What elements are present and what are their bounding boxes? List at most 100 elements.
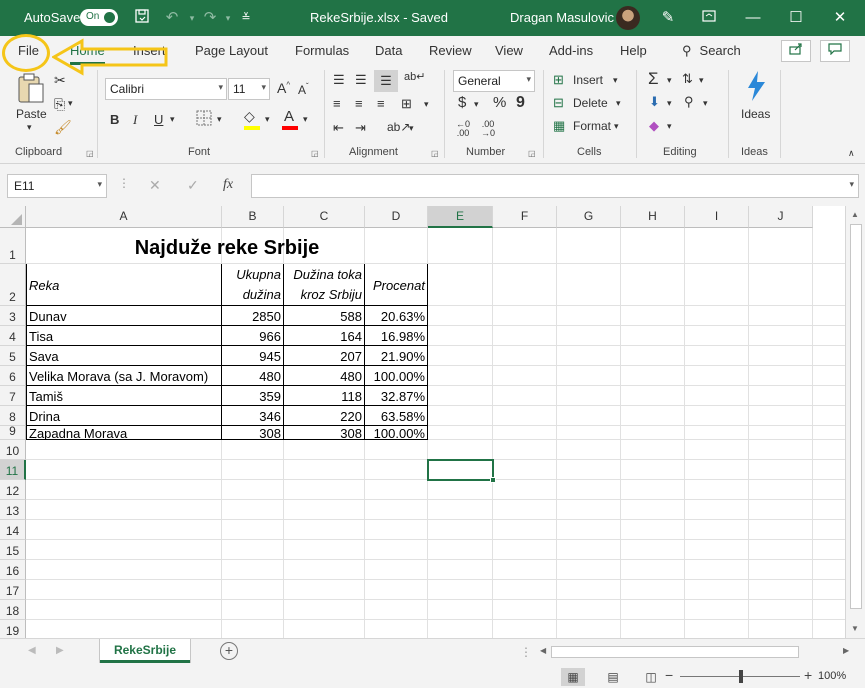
clipboard-launcher-icon[interactable]: ◲ xyxy=(86,149,94,158)
active-cell-selection[interactable] xyxy=(427,459,496,483)
insert-function-icon[interactable]: fx xyxy=(223,177,233,193)
format-dropdown-icon[interactable]: ▾ xyxy=(614,121,619,132)
column-header-c[interactable]: C xyxy=(284,206,365,228)
redo-icon[interactable]: ↷ xyxy=(200,8,220,28)
insert-cells-label[interactable]: Insert xyxy=(573,73,603,87)
row-header-4[interactable]: 4 xyxy=(0,326,26,346)
header-reka[interactable]: Reka xyxy=(26,264,222,306)
customize-qat-icon[interactable]: ≚ xyxy=(236,8,256,28)
scroll-right-icon[interactable]: ▶ xyxy=(843,646,849,655)
header-procenat[interactable]: Procenat xyxy=(365,264,428,306)
merge-center-icon[interactable]: ⊞ xyxy=(401,96,412,112)
ideas-icon[interactable] xyxy=(742,70,770,104)
cell-length[interactable]: 207 xyxy=(284,346,365,366)
cell-river-name[interactable]: Dunav xyxy=(26,306,222,326)
tab-view[interactable]: View xyxy=(495,43,523,58)
currency-icon[interactable]: $ xyxy=(458,94,466,111)
cell-length[interactable]: 118 xyxy=(284,386,365,406)
horizontal-scroll-thumb[interactable] xyxy=(551,646,799,658)
cell-length[interactable]: 588 xyxy=(284,306,365,326)
expand-formula-bar-icon[interactable]: ▾ xyxy=(849,179,854,190)
increase-indent-icon[interactable]: ⇥ xyxy=(355,120,366,136)
cell-percent[interactable]: 20.63% xyxy=(365,306,428,326)
add-sheet-button[interactable]: + xyxy=(220,642,238,660)
cell-river-name[interactable]: Drina xyxy=(26,406,222,426)
row-header-7[interactable]: 7 xyxy=(0,386,26,406)
fill-dropdown-icon[interactable]: ▾ xyxy=(667,98,672,109)
number-launcher-icon[interactable]: ◲ xyxy=(528,149,536,158)
paste-icon[interactable] xyxy=(14,72,48,108)
row-header-8[interactable]: 8 xyxy=(0,406,26,426)
cell-percent[interactable]: 16.98% xyxy=(365,326,428,346)
autosum-dropdown-icon[interactable]: ▾ xyxy=(667,75,672,86)
wrap-text-icon[interactable]: ab↵ xyxy=(404,70,425,83)
font-color-icon[interactable]: A xyxy=(284,108,294,125)
font-size-combo[interactable]: 11 ▾ xyxy=(228,78,270,100)
increase-decimal-icon[interactable]: ←0.00 xyxy=(456,120,470,138)
row-header-5[interactable]: 5 xyxy=(0,346,26,366)
find-dropdown-icon[interactable]: ▾ xyxy=(703,98,708,109)
header-ukupna-duzina[interactable]: Ukupna dužina xyxy=(222,264,284,306)
vertical-scrollbar[interactable]: ▲ ▼ xyxy=(845,206,865,638)
fill-color-dropdown-icon[interactable]: ▾ xyxy=(265,114,270,125)
delete-cells-label[interactable]: Delete xyxy=(573,96,608,110)
tab-scroll-left-icon[interactable]: ◀ xyxy=(28,645,36,656)
fill-color-icon[interactable]: ◇ xyxy=(244,108,255,125)
name-box[interactable]: E11 ▾ xyxy=(7,174,107,198)
page-layout-view-icon[interactable]: ▤ xyxy=(601,668,625,686)
scroll-up-icon[interactable]: ▲ xyxy=(851,210,859,219)
cell-length[interactable]: 480 xyxy=(222,366,284,386)
share-button[interactable] xyxy=(781,40,811,62)
column-header-j[interactable]: J xyxy=(749,206,813,228)
find-select-icon[interactable]: ⚲ xyxy=(684,94,694,110)
format-cells-label[interactable]: Format xyxy=(573,119,611,133)
ribbon-display-icon[interactable] xyxy=(697,6,721,30)
shrink-font-icon[interactable]: Aˇ xyxy=(298,82,309,97)
enter-icon[interactable]: ✓ xyxy=(187,177,199,194)
cell-length[interactable]: 966 xyxy=(222,326,284,346)
column-header-f[interactable]: F xyxy=(493,206,557,228)
align-top-icon[interactable]: ☰ xyxy=(333,72,345,88)
cell-length[interactable]: 220 xyxy=(284,406,365,426)
zoom-in-button[interactable]: + xyxy=(804,667,812,683)
clear-icon[interactable]: ◆ xyxy=(649,118,659,134)
undo-dropdown-icon[interactable]: ▾ xyxy=(182,8,202,28)
close-icon[interactable]: ✕ xyxy=(828,6,852,30)
column-header-h[interactable]: H xyxy=(621,206,685,228)
row-header-16[interactable]: 16 xyxy=(0,560,26,580)
percent-icon[interactable]: % xyxy=(493,94,506,111)
minimize-icon[interactable]: — xyxy=(741,6,765,30)
tab-formulas[interactable]: Formulas xyxy=(295,43,349,58)
column-header-a[interactable]: A xyxy=(26,206,222,228)
row-header-6[interactable]: 6 xyxy=(0,366,26,386)
align-middle-icon[interactable]: ☰ xyxy=(355,72,367,88)
comments-button[interactable] xyxy=(820,40,850,62)
decrease-decimal-icon[interactable]: .00 →0 xyxy=(481,120,495,138)
underline-button[interactable]: U xyxy=(154,112,163,127)
copy-icon[interactable]: ⎘ xyxy=(54,96,65,113)
sort-dropdown-icon[interactable]: ▾ xyxy=(699,75,704,86)
cell-percent[interactable]: 32.87% xyxy=(365,386,428,406)
drag-handle-icon[interactable]: ⋮ xyxy=(118,176,130,190)
cell-length[interactable]: 308 xyxy=(284,426,365,440)
alignment-launcher-icon[interactable]: ◲ xyxy=(431,149,439,158)
cell-river-name[interactable]: Sava xyxy=(26,346,222,366)
tab-add-ins[interactable]: Add-ins xyxy=(549,43,593,58)
cell-river-name[interactable]: Velika Morava (sa J. Moravom) xyxy=(26,366,222,386)
column-header-g[interactable]: G xyxy=(557,206,621,228)
orientation-icon[interactable]: ab↗ xyxy=(387,120,410,134)
pen-icon[interactable]: ✎ xyxy=(656,6,680,30)
cell-length[interactable]: 164 xyxy=(284,326,365,346)
column-header-i[interactable]: I xyxy=(685,206,749,228)
row-header-2[interactable]: 2 xyxy=(0,264,26,306)
insert-dropdown-icon[interactable]: ▾ xyxy=(613,75,618,86)
align-center-icon[interactable]: ≡ xyxy=(355,96,363,111)
row-header-9[interactable]: 9 xyxy=(0,424,26,440)
clear-dropdown-icon[interactable]: ▾ xyxy=(667,121,672,132)
sort-filter-icon[interactable]: ⇅ xyxy=(682,71,693,87)
autosave-toggle[interactable]: On xyxy=(80,9,118,26)
delete-cells-icon[interactable]: ⊟ xyxy=(553,95,564,111)
row-header-18[interactable]: 18 xyxy=(0,600,26,620)
row-header-17[interactable]: 17 xyxy=(0,580,26,600)
row-header-12[interactable]: 12 xyxy=(0,480,26,500)
